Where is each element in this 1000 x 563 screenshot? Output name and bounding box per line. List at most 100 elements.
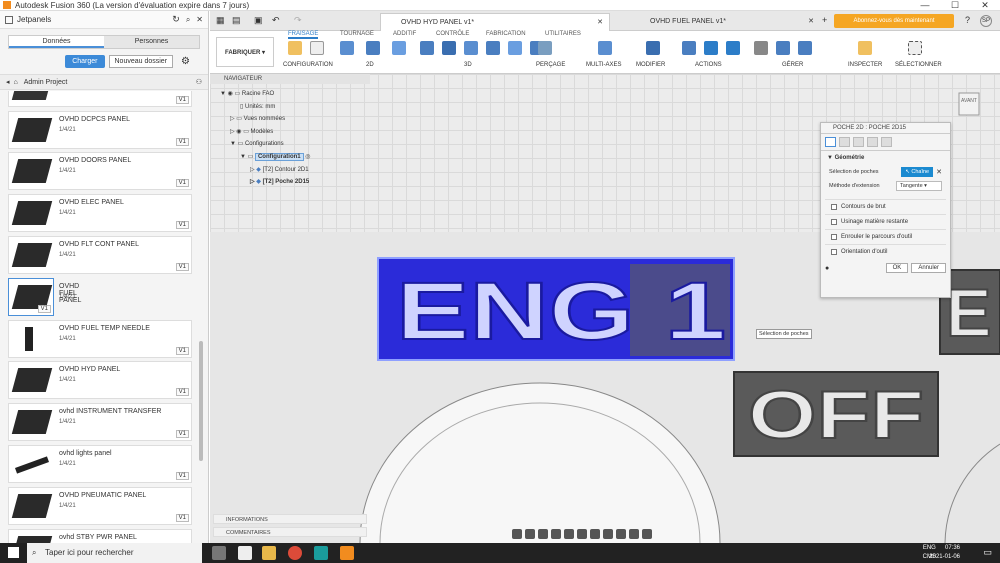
2d-adaptive-icon[interactable] — [340, 41, 354, 55]
file-item[interactable]: ovhd INSTRUMENT TRANSFER 1/4/21 V1 — [8, 403, 192, 441]
manage-icon[interactable] — [776, 41, 790, 55]
3d-scallop-icon[interactable] — [486, 41, 500, 55]
file-item[interactable]: OVHD FUEL TEMP NEEDLE 1/4/21 V1 — [8, 320, 192, 358]
file-item[interactable]: V1 — [8, 91, 192, 107]
tab-tool[interactable] — [825, 137, 836, 147]
modify-icon[interactable] — [646, 41, 660, 55]
option-tool-orientation[interactable]: Orientation d'outil — [825, 244, 946, 259]
save-icon[interactable]: ▣ — [254, 15, 263, 26]
checkbox[interactable] — [831, 249, 837, 255]
explorer-icon[interactable] — [262, 546, 276, 560]
group-drilling[interactable]: PERÇAGE — [536, 62, 565, 68]
version-badge[interactable]: V1 — [175, 138, 189, 146]
tree-item-setups[interactable]: ▼ ▭ Configurations — [230, 140, 284, 147]
version-badge[interactable]: V1 — [175, 472, 189, 480]
tree-item-units[interactable]: ▯ Unités: mm — [240, 103, 275, 110]
home-icon[interactable]: ⌂ — [14, 79, 18, 86]
file-item[interactable]: OVHD HYD PANEL 1/4/21 V1 — [8, 361, 192, 399]
close-tab-icon[interactable]: ✕ — [597, 14, 603, 32]
file-item[interactable]: OVHD FLT CONT PANEL 1/4/21 V1 — [8, 236, 192, 274]
grid-icon[interactable] — [5, 15, 13, 24]
pan-icon[interactable] — [538, 529, 548, 539]
group-multi-axis[interactable]: MULTI-AXES — [586, 62, 622, 68]
tab-inspection[interactable]: CONTRÔLE — [436, 31, 469, 37]
2d-pocket-icon[interactable] — [366, 41, 380, 55]
version-badge[interactable]: V1 — [175, 179, 189, 187]
group-actions[interactable]: ACTIONS — [695, 62, 722, 68]
version-badge[interactable]: V1 — [37, 305, 51, 313]
close-panel-icon[interactable]: ✕ — [196, 15, 203, 24]
back-arrow-icon[interactable]: ◂ — [6, 78, 10, 86]
new-folder-button[interactable]: Nouveau dossier — [108, 55, 174, 68]
group-manage[interactable]: GÉRER — [782, 62, 803, 68]
task-view-icon[interactable] — [212, 546, 226, 560]
generate-icon[interactable] — [704, 41, 718, 55]
grid-settings-icon[interactable] — [590, 529, 600, 539]
3d-pocket-icon[interactable] — [442, 41, 456, 55]
group-3d[interactable]: 3D — [464, 62, 472, 68]
multi-axis-icon[interactable] — [598, 41, 612, 55]
option-wrap-toolpath[interactable]: Enrouler le parcours d'outil — [825, 229, 946, 244]
tree-item-contour[interactable]: ▷ ◆ [T2] Contour 2D1 — [250, 166, 309, 173]
cancel-button[interactable]: Annuler — [911, 263, 946, 273]
orbit-icon[interactable] — [512, 529, 522, 539]
tree-item-pocket[interactable]: ▷ ◆ [T2] Poche 2D15 — [250, 178, 309, 185]
version-badge[interactable]: V1 — [175, 347, 189, 355]
info-icon[interactable]: ● — [825, 265, 829, 272]
refresh-icon[interactable]: ↻ — [172, 14, 180, 25]
tab-linking[interactable] — [881, 137, 892, 147]
settings-icon[interactable]: ⚙ — [181, 56, 190, 67]
measure-icon[interactable] — [858, 41, 872, 55]
taskbar-search[interactable]: ⌕ Taper ici pour rechercher — [27, 543, 202, 563]
file-item[interactable]: OVHD FUEL PANEL 1/4/21 V1 — [8, 278, 81, 316]
checkbox[interactable] — [831, 234, 837, 240]
tool-library-icon[interactable] — [754, 41, 768, 55]
tab-people[interactable]: Personnes — [104, 36, 199, 48]
add-icon[interactable]: + — [822, 15, 827, 25]
select-icon[interactable] — [908, 41, 922, 55]
tab-passes[interactable] — [867, 137, 878, 147]
fit-icon[interactable] — [564, 529, 574, 539]
file-menu-icon[interactable]: ▤ — [232, 15, 241, 26]
file-item[interactable]: OVHD DCPCS PANEL 1/4/21 V1 — [8, 111, 192, 149]
version-badge[interactable]: V1 — [175, 263, 189, 271]
undo-icon[interactable]: ↶ — [272, 15, 280, 26]
windows-icon[interactable] — [8, 547, 19, 558]
simulate-icon[interactable] — [682, 41, 696, 55]
tab-heights[interactable] — [853, 137, 864, 147]
setup-icon[interactable] — [288, 41, 302, 55]
file-item[interactable]: ovhd lights panel 1/4/21 V1 — [8, 445, 192, 483]
section-geometry[interactable]: ▼ Géométrie — [821, 151, 950, 165]
version-badge[interactable]: V1 — [175, 96, 189, 104]
notifications-icon[interactable]: ▭ — [983, 547, 992, 558]
3d-parallel-icon[interactable] — [464, 41, 478, 55]
simulation-icon[interactable] — [629, 529, 639, 539]
file-item[interactable]: OVHD ELEC PANEL 1/4/21 V1 — [8, 194, 192, 232]
group-inspect[interactable]: INSPECTER — [848, 62, 882, 68]
info-panel[interactable]: INFORMATIONS — [213, 514, 367, 524]
drill-icon[interactable] — [538, 41, 552, 55]
template-icon[interactable] — [798, 41, 812, 55]
option-stock-contours[interactable]: Contours de brut — [825, 199, 946, 214]
chain-selection-button[interactable]: ↖ Chaîne — [901, 167, 934, 177]
effects-icon[interactable] — [616, 529, 626, 539]
tab-utilities[interactable]: UTILITAIRES — [545, 31, 581, 37]
apps-grid-icon[interactable]: ▦ — [216, 15, 225, 26]
ok-button[interactable]: OK — [885, 263, 909, 273]
redo-icon[interactable]: ↷ — [294, 15, 302, 26]
doc-tab-hyd[interactable]: OVHD HYD PANEL v1* ✕ — [380, 13, 610, 31]
clear-selection-icon[interactable]: ✕ — [936, 168, 942, 176]
tab-turning[interactable]: TOURNAGE — [340, 31, 374, 37]
material-icon[interactable] — [642, 529, 652, 539]
group-modify[interactable]: MODIFIER — [636, 62, 665, 68]
avatar[interactable]: SP — [980, 15, 992, 27]
cortana-icon[interactable] — [314, 546, 328, 560]
version-badge[interactable]: V1 — [175, 221, 189, 229]
team-selector[interactable]: Jetpanels — [17, 15, 51, 24]
close-tab-icon[interactable]: ✕ — [808, 13, 814, 31]
chrome-icon[interactable] — [288, 546, 302, 560]
tab-fabrication[interactable]: FABRICATION — [486, 31, 526, 37]
store-icon[interactable] — [238, 546, 252, 560]
3d-adaptive-icon[interactable] — [420, 41, 434, 55]
people-icon[interactable]: ⚇ — [196, 78, 202, 86]
